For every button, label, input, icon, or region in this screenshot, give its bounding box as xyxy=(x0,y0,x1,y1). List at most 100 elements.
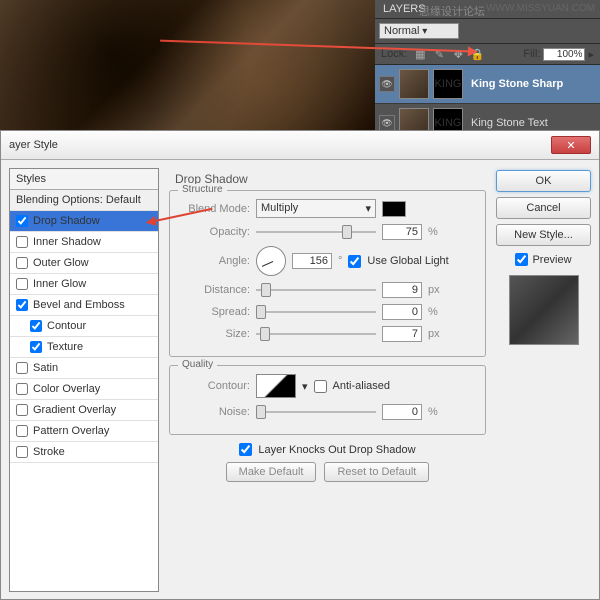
style-label: Inner Glow xyxy=(33,278,86,290)
quality-legend: Quality xyxy=(178,359,217,370)
spread-slider[interactable] xyxy=(256,311,376,313)
style-item-stroke[interactable]: Stroke xyxy=(10,442,158,463)
dialog-actions: OK Cancel New Style... Preview xyxy=(496,168,591,592)
style-checkbox[interactable] xyxy=(16,236,28,248)
make-default-button[interactable]: Make Default xyxy=(226,462,317,482)
style-item-outer-glow[interactable]: Outer Glow xyxy=(10,253,158,274)
style-checkbox[interactable] xyxy=(30,320,42,332)
style-item-drop-shadow[interactable]: Drop Shadow xyxy=(10,211,158,232)
contour-picker[interactable] xyxy=(256,374,296,398)
antialiased-checkbox[interactable] xyxy=(314,380,327,393)
layer-row[interactable]: 👁 KING King Stone Sharp xyxy=(375,65,600,104)
shadow-color-swatch[interactable] xyxy=(382,201,406,217)
style-checkbox[interactable] xyxy=(16,299,28,311)
style-checkbox[interactable] xyxy=(16,404,28,416)
style-label: Inner Shadow xyxy=(33,236,101,248)
preview-thumbnail xyxy=(509,275,579,345)
new-style-button[interactable]: New Style... xyxy=(496,224,591,246)
blending-options-item[interactable]: Blending Options: Default xyxy=(10,190,158,211)
size-label: Size: xyxy=(180,328,250,340)
canvas-background xyxy=(0,0,375,135)
styles-list: Styles Blending Options: Default Drop Sh… xyxy=(9,168,159,592)
dialog-title-text: ayer Style xyxy=(9,139,58,151)
blend-mode-select[interactable]: Normal ▾ xyxy=(379,23,459,39)
chevron-down-icon: ▾ xyxy=(365,202,371,215)
fill-label: Fill: xyxy=(523,48,540,60)
style-item-bevel-and-emboss[interactable]: Bevel and Emboss xyxy=(10,295,158,316)
global-light-label: Use Global Light xyxy=(367,255,448,267)
lock-row: Lock: ▦ ✎ ✥ 🔒 Fill: ▸ xyxy=(375,44,600,65)
ok-button[interactable]: OK xyxy=(496,170,591,192)
angle-label: Angle: xyxy=(180,255,250,267)
style-label: Contour xyxy=(47,320,86,332)
knockout-checkbox[interactable] xyxy=(239,443,252,456)
opacity-label: Opacity: xyxy=(180,226,250,238)
angle-dial[interactable] xyxy=(256,246,286,276)
opacity-slider[interactable] xyxy=(256,231,376,233)
global-light-checkbox[interactable] xyxy=(348,255,361,268)
style-label: Bevel and Emboss xyxy=(33,299,125,311)
antialiased-label: Anti-aliased xyxy=(333,380,390,392)
watermark-text: 思缘设计论坛 xyxy=(419,3,485,19)
style-label: Outer Glow xyxy=(33,257,89,269)
contour-label: Contour: xyxy=(180,380,250,392)
knockout-label: Layer Knocks Out Drop Shadow xyxy=(258,444,415,456)
layer-name: King Stone Text xyxy=(471,117,548,129)
style-item-color-overlay[interactable]: Color Overlay xyxy=(10,379,158,400)
style-label: Gradient Overlay xyxy=(33,404,116,416)
visibility-icon[interactable]: 👁 xyxy=(379,115,395,131)
dialog-titlebar[interactable]: ayer Style ✕ xyxy=(1,131,599,160)
style-checkbox[interactable] xyxy=(16,383,28,395)
distance-input[interactable] xyxy=(382,282,422,298)
style-checkbox[interactable] xyxy=(16,425,28,437)
noise-slider[interactable] xyxy=(256,411,376,413)
quality-group: Quality Contour: ▾ Anti-aliased Noise: % xyxy=(169,365,486,435)
size-input[interactable] xyxy=(382,326,422,342)
opacity-input[interactable] xyxy=(382,224,422,240)
size-slider[interactable] xyxy=(256,333,376,335)
visibility-icon[interactable]: 👁 xyxy=(379,76,395,92)
fill-dropdown-icon[interactable]: ▸ xyxy=(588,48,594,61)
distance-slider[interactable] xyxy=(256,289,376,291)
style-item-satin[interactable]: Satin xyxy=(10,358,158,379)
style-checkbox[interactable] xyxy=(30,341,42,353)
style-item-gradient-overlay[interactable]: Gradient Overlay xyxy=(10,400,158,421)
style-checkbox[interactable] xyxy=(16,446,28,458)
styles-list-header[interactable]: Styles xyxy=(10,169,158,190)
layer-mask-thumbnail[interactable]: KING xyxy=(433,69,463,99)
style-label: Stroke xyxy=(33,446,65,458)
close-icon[interactable]: ✕ xyxy=(551,136,591,154)
noise-label: Noise: xyxy=(180,406,250,418)
style-item-inner-glow[interactable]: Inner Glow xyxy=(10,274,158,295)
spread-label: Spread: xyxy=(180,306,250,318)
layer-thumbnail[interactable] xyxy=(399,69,429,99)
style-checkbox[interactable] xyxy=(16,362,28,374)
layer-name: King Stone Sharp xyxy=(471,78,563,90)
preview-label: Preview xyxy=(532,254,571,266)
settings-column: Drop Shadow Structure Blend Mode: Multip… xyxy=(165,168,490,592)
fill-input[interactable] xyxy=(543,48,585,61)
spread-input[interactable] xyxy=(382,304,422,320)
cancel-button[interactable]: Cancel xyxy=(496,197,591,219)
layer-style-dialog: ayer Style ✕ Styles Blending Options: De… xyxy=(0,130,600,600)
url-watermark: WWW.MISSYUAN.COM xyxy=(486,3,595,14)
style-item-texture[interactable]: Texture xyxy=(10,337,158,358)
style-checkbox[interactable] xyxy=(16,257,28,269)
style-item-pattern-overlay[interactable]: Pattern Overlay xyxy=(10,421,158,442)
structure-group: Structure Blend Mode: Multiply▾ Opacity:… xyxy=(169,190,486,357)
preview-checkbox[interactable] xyxy=(515,253,528,266)
style-item-contour[interactable]: Contour xyxy=(10,316,158,337)
style-checkbox[interactable] xyxy=(16,278,28,290)
distance-label: Distance: xyxy=(180,284,250,296)
style-label: Color Overlay xyxy=(33,383,100,395)
chevron-down-icon[interactable]: ▾ xyxy=(302,380,308,393)
angle-input[interactable] xyxy=(292,253,332,269)
reset-default-button[interactable]: Reset to Default xyxy=(324,462,429,482)
blend-mode-dropdown[interactable]: Multiply▾ xyxy=(256,199,376,218)
style-checkbox[interactable] xyxy=(16,215,28,227)
layers-blend-row: Normal ▾ xyxy=(375,19,600,44)
style-label: Pattern Overlay xyxy=(33,425,109,437)
style-item-inner-shadow[interactable]: Inner Shadow xyxy=(10,232,158,253)
layers-panel: LAYERS Normal ▾ Lock: ▦ ✎ ✥ 🔒 Fill: ▸ 👁 … xyxy=(375,0,600,143)
noise-input[interactable] xyxy=(382,404,422,420)
